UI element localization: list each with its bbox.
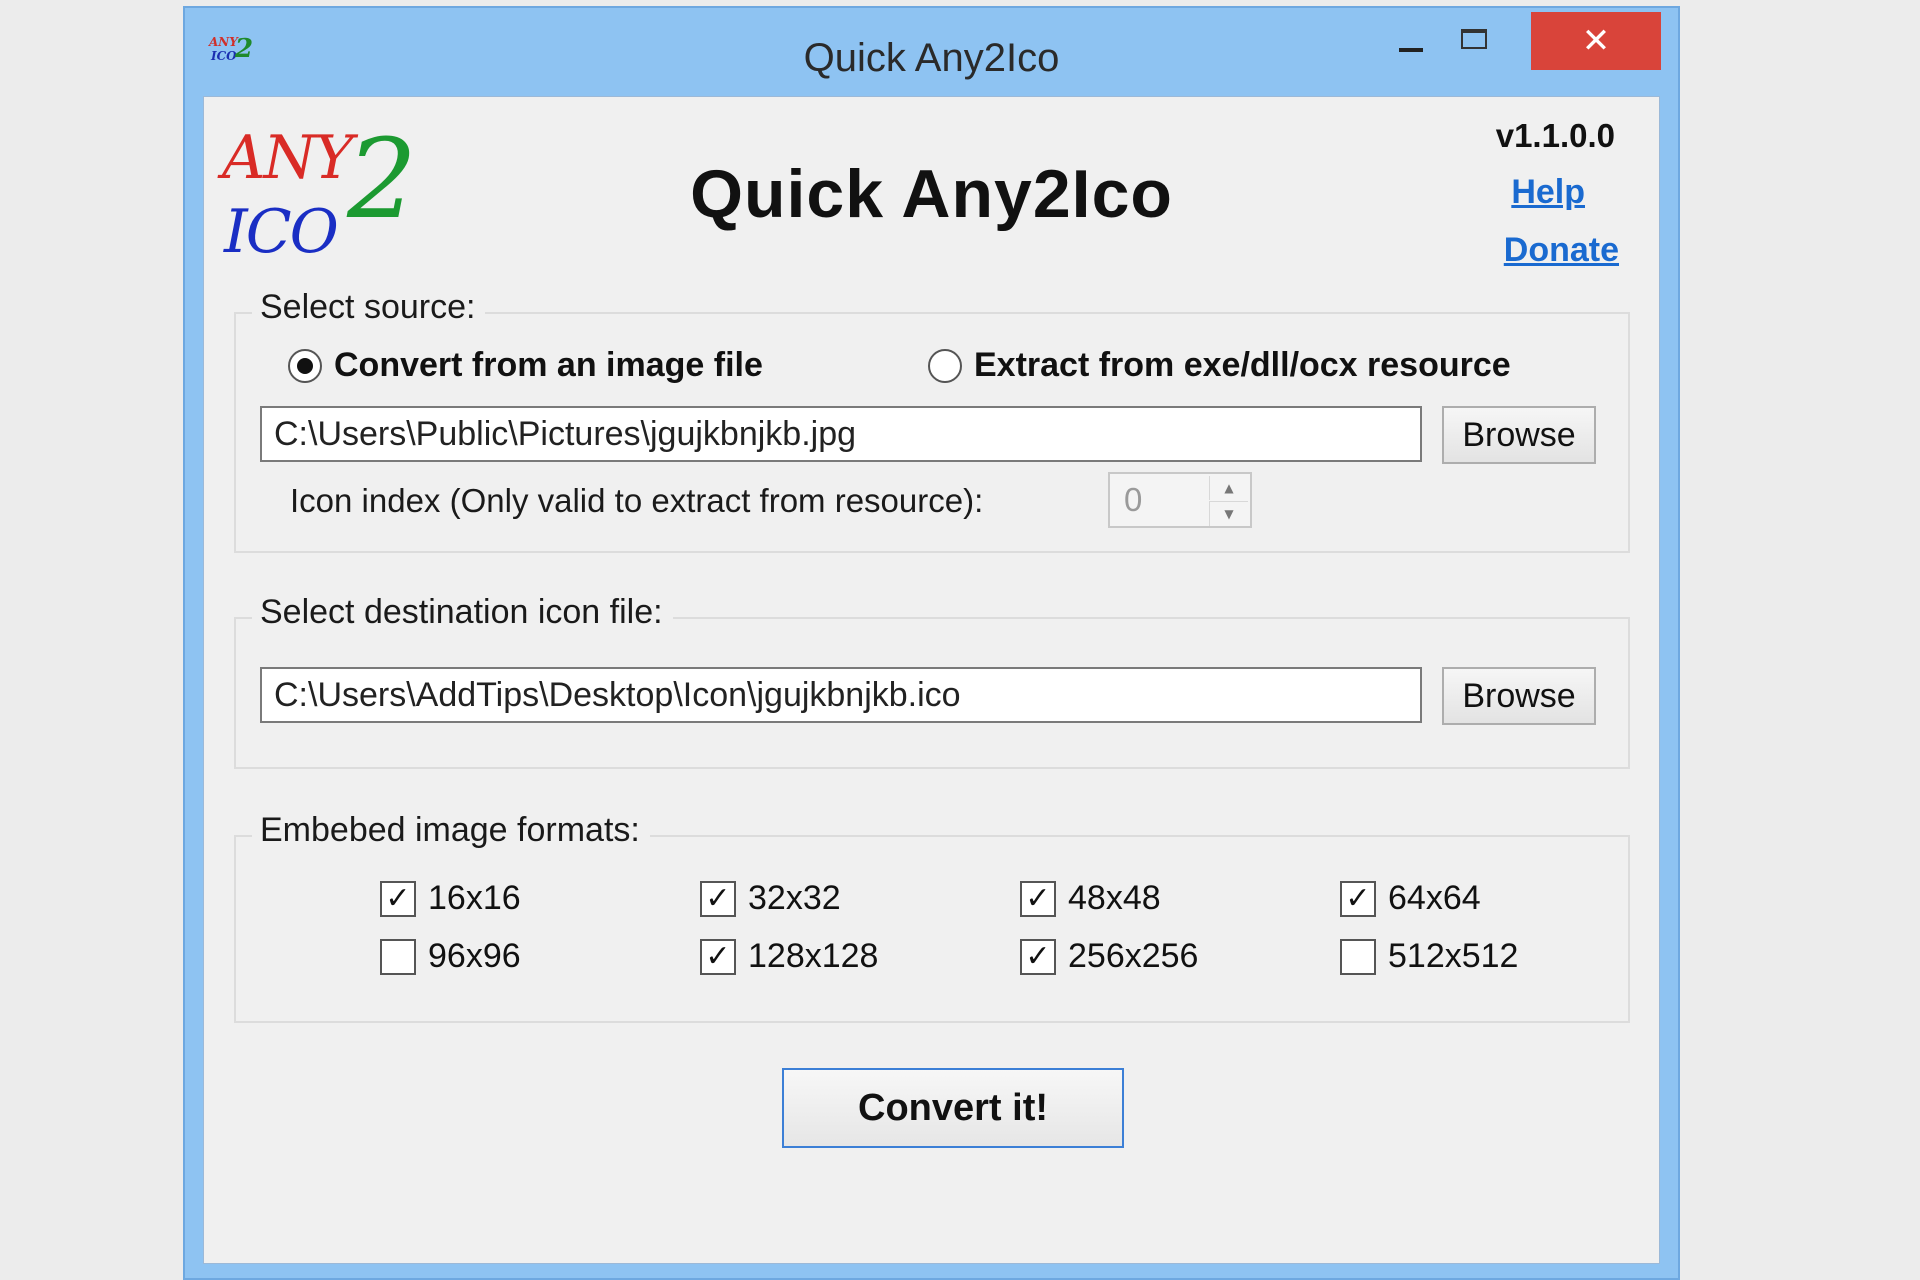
maximize-icon — [1461, 29, 1487, 49]
format-16x16-label: 16x16 — [428, 879, 521, 917]
version-label: v1.1.0.0 — [1495, 117, 1615, 154]
destination-path-input[interactable] — [260, 667, 1422, 723]
spin-up-icon[interactable]: ▲ — [1209, 476, 1248, 500]
convert-button[interactable]: Convert it! — [782, 1068, 1124, 1148]
radio-convert-image[interactable]: Convert from an image file — [288, 346, 763, 385]
client-area: ANY ICO 2 Quick Any2Ico v1.1.0.0 Help Do… — [203, 96, 1660, 1264]
app-heading: Quick Any2Ico — [690, 156, 1173, 232]
checkbox-128x128[interactable]: ✓ — [700, 938, 736, 975]
format-32x32-label: 32x32 — [748, 879, 841, 917]
destination-group: Select destination icon file: Browse — [234, 593, 1630, 769]
format-64x64-label: 64x64 — [1388, 879, 1481, 917]
radio-extract-label: Extract from exe/dll/ocx resource — [974, 346, 1511, 384]
spin-down-icon[interactable]: ▼ — [1209, 501, 1248, 526]
minimize-button[interactable] — [1380, 12, 1442, 70]
format-48x48[interactable]: ✓ 48x48 — [1020, 879, 1161, 918]
donate-link[interactable]: Donate — [1504, 231, 1619, 270]
radio-convert-label: Convert from an image file — [334, 346, 763, 384]
icon-index-label: Icon index (Only valid to extract from r… — [290, 482, 984, 519]
app-window: ANY ICO 2 Quick Any2Ico ✕ ANY ICO 2 Quic… — [183, 6, 1680, 1280]
close-icon: ✕ — [1581, 21, 1611, 61]
app-icon[interactable]: ANY ICO 2 — [209, 34, 257, 68]
format-256x256-label: 256x256 — [1068, 937, 1199, 975]
checkbox-16x16[interactable]: ✓ — [380, 880, 416, 917]
title-icon-ico: ICO — [211, 49, 237, 63]
formats-group: Embebed image formats: ✓ 16x16 ✓ 32x32 ✓… — [234, 811, 1630, 1023]
destination-legend: Select destination icon file: — [252, 593, 673, 632]
format-96x96[interactable]: 96x96 — [380, 937, 521, 976]
checkbox-48x48[interactable]: ✓ — [1020, 880, 1056, 917]
close-button[interactable]: ✕ — [1531, 12, 1661, 70]
radio-button-convert[interactable] — [288, 348, 322, 383]
format-64x64[interactable]: ✓ 64x64 — [1340, 879, 1481, 918]
maximize-button[interactable] — [1443, 12, 1505, 70]
checkbox-96x96[interactable] — [380, 938, 416, 975]
format-96x96-label: 96x96 — [428, 937, 521, 975]
title-icon-two: 2 — [235, 34, 254, 64]
icon-index-value: 0 — [1124, 481, 1143, 518]
source-path-input[interactable] — [260, 406, 1422, 462]
source-group: Select source: Convert from an image fil… — [234, 288, 1630, 553]
checkbox-256x256[interactable]: ✓ — [1020, 938, 1056, 975]
destination-browse-button[interactable]: Browse — [1442, 667, 1596, 725]
format-512x512[interactable]: 512x512 — [1340, 937, 1518, 976]
format-128x128-label: 128x128 — [748, 937, 879, 975]
checkbox-512x512[interactable] — [1340, 938, 1376, 975]
radio-extract-resource[interactable]: Extract from exe/dll/ocx resource — [928, 346, 1511, 385]
format-512x512-label: 512x512 — [1388, 937, 1519, 975]
help-link[interactable]: Help — [1511, 173, 1585, 212]
format-48x48-label: 48x48 — [1068, 879, 1161, 917]
title-bar[interactable]: ANY ICO 2 Quick Any2Ico ✕ — [185, 8, 1678, 96]
radio-button-extract[interactable] — [928, 348, 962, 383]
icon-index-stepper[interactable]: 0 ▲ ▼ — [1108, 472, 1252, 528]
title-icon-any: ANY — [209, 35, 238, 49]
checkbox-32x32[interactable]: ✓ — [700, 880, 736, 917]
source-browse-button[interactable]: Browse — [1442, 406, 1596, 464]
format-32x32[interactable]: ✓ 32x32 — [700, 879, 841, 918]
minimize-icon — [1399, 48, 1423, 52]
formats-legend: Embebed image formats: — [252, 811, 650, 850]
format-128x128[interactable]: ✓ 128x128 — [700, 937, 878, 976]
checkbox-64x64[interactable]: ✓ — [1340, 880, 1376, 917]
format-16x16[interactable]: ✓ 16x16 — [380, 879, 521, 918]
format-256x256[interactable]: ✓ 256x256 — [1020, 937, 1198, 976]
source-legend: Select source: — [252, 288, 486, 327]
